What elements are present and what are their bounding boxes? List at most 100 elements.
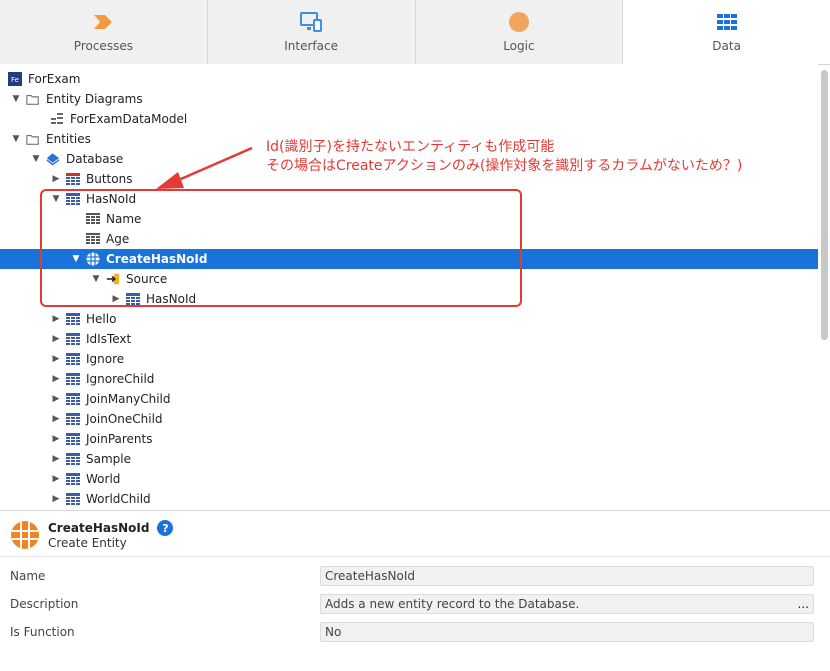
tree-item-attr-age[interactable]: Age bbox=[0, 229, 818, 249]
chevron-right-icon[interactable]: ▶ bbox=[50, 329, 62, 349]
chevron-down-icon[interactable]: ▼ bbox=[90, 269, 102, 289]
tab-label: Processes bbox=[73, 39, 133, 53]
divider bbox=[0, 556, 830, 557]
chevron-right-icon[interactable]: ▶ bbox=[50, 409, 62, 429]
tree-item-entity[interactable]: ▶ Hello bbox=[0, 309, 818, 329]
tree-label: ForExamDataModel bbox=[70, 112, 188, 126]
tree-item-forexam[interactable]: Fe ForExam bbox=[0, 69, 818, 89]
entity-table-icon bbox=[66, 452, 80, 466]
property-row-description: Description Adds a new entity record to … bbox=[0, 590, 830, 618]
chevron-down-icon[interactable]: ▼ bbox=[10, 89, 22, 109]
tree-item-entity[interactable]: ▶ IdIsText bbox=[0, 329, 818, 349]
database-icon bbox=[46, 152, 60, 166]
chevron-right-icon[interactable]: ▶ bbox=[50, 369, 62, 389]
tree-label: Ignore bbox=[86, 352, 125, 366]
tree-label: IdIsText bbox=[86, 332, 132, 346]
data-tree: Fe ForExam ▼ Entity Diagrams ForExamData… bbox=[0, 64, 818, 510]
tree-item-source-hasnoid[interactable]: ▶ HasNoId bbox=[0, 289, 818, 309]
tab-label: Logic bbox=[503, 39, 535, 53]
entity-table-icon bbox=[66, 352, 80, 366]
source-arrow-icon bbox=[106, 272, 120, 286]
chevron-down-icon[interactable]: ▼ bbox=[50, 189, 62, 209]
tree-item-entity[interactable]: ▶ JoinParents bbox=[0, 429, 818, 449]
tree-scrollbar[interactable] bbox=[821, 70, 828, 340]
description-field[interactable]: Adds a new entity record to the Database… bbox=[320, 594, 814, 614]
tree-label: WorldChild bbox=[86, 492, 151, 506]
tree-item-source[interactable]: ▼ Source bbox=[0, 269, 818, 289]
annotation-arrow bbox=[156, 146, 253, 189]
tree-item-create-hasnoid[interactable]: ▼ CreateHasNoId bbox=[0, 249, 818, 269]
tab-data[interactable]: Data bbox=[623, 0, 830, 64]
annotation-line-1: Id(識別子)を持たないエンティティも作成可能 bbox=[266, 139, 555, 155]
folder-open-icon bbox=[26, 132, 40, 146]
tree-label: Sample bbox=[86, 452, 131, 466]
chevron-right-icon[interactable]: ▶ bbox=[110, 289, 122, 309]
property-value: No bbox=[325, 625, 342, 639]
chevron-right-icon[interactable]: ▶ bbox=[50, 169, 62, 189]
tree-label: Age bbox=[106, 232, 130, 246]
tab-interface[interactable]: Interface bbox=[208, 0, 416, 64]
svg-text:Fe: Fe bbox=[11, 76, 19, 84]
chevron-right-icon[interactable]: ▶ bbox=[50, 489, 62, 509]
processes-icon bbox=[91, 11, 115, 33]
property-label: Description bbox=[10, 597, 79, 611]
top-tab-bar: Processes Interface Logic Data bbox=[0, 0, 830, 65]
properties-subtitle: Create Entity bbox=[48, 536, 127, 550]
chevron-right-icon[interactable]: ▶ bbox=[50, 449, 62, 469]
chevron-right-icon[interactable]: ▶ bbox=[50, 469, 62, 489]
tree-item-entity[interactable]: ▶ IgnoreChild bbox=[0, 369, 818, 389]
tab-logic[interactable]: Logic bbox=[416, 0, 624, 64]
tree-label: Buttons bbox=[86, 172, 133, 186]
tree-label: Name bbox=[106, 212, 142, 226]
tree-label: HasNoId bbox=[86, 192, 137, 206]
entity-table-icon bbox=[66, 332, 80, 346]
tree-item-entity-diagrams[interactable]: ▼ Entity Diagrams bbox=[0, 89, 818, 109]
entity-table-icon bbox=[66, 372, 80, 386]
tree-item-entity[interactable]: ▶ World bbox=[0, 469, 818, 489]
entity-table-icon bbox=[66, 472, 80, 486]
tree-item-attr-name[interactable]: Name bbox=[0, 209, 818, 229]
tab-processes[interactable]: Processes bbox=[0, 0, 208, 64]
tree-item-hasnoid[interactable]: ▼ HasNoId bbox=[0, 189, 818, 209]
tree-item-entity[interactable]: ▶ Ignore bbox=[0, 349, 818, 369]
tree-item-entity[interactable]: ▶ JoinManyChild bbox=[0, 389, 818, 409]
entity-table-icon bbox=[66, 312, 80, 326]
logic-icon bbox=[507, 11, 531, 33]
tree-label: ForExam bbox=[28, 72, 81, 86]
entity-table-icon bbox=[66, 192, 80, 206]
name-field[interactable]: CreateHasNoId bbox=[320, 566, 814, 586]
property-row-is-function: Is Function No bbox=[0, 618, 830, 646]
properties-header: CreateHasNoId ? Create Entity bbox=[10, 517, 174, 553]
data-icon bbox=[715, 11, 739, 33]
chevron-right-icon[interactable]: ▶ bbox=[50, 309, 62, 329]
tree-item-entity[interactable]: ▶ Sample bbox=[0, 449, 818, 469]
folder-open-icon bbox=[26, 92, 40, 106]
tree-label: JoinParents bbox=[86, 432, 153, 446]
entity-table-icon bbox=[66, 392, 80, 406]
property-value: Adds a new entity record to the Database… bbox=[325, 597, 580, 611]
chevron-right-icon[interactable]: ▶ bbox=[50, 349, 62, 369]
tree-item-data-model[interactable]: ForExamDataModel bbox=[0, 109, 818, 129]
app-logo-icon: Fe bbox=[8, 72, 22, 86]
tree-item-entity[interactable]: ▶ WorldChild bbox=[0, 489, 818, 509]
chevron-right-icon[interactable]: ▶ bbox=[50, 429, 62, 449]
chevron-down-icon[interactable]: ▼ bbox=[10, 129, 22, 149]
annotation-text: Id(識別子)を持たないエンティティも作成可能 その場合はCreateアクション… bbox=[266, 138, 742, 176]
chevron-down-icon[interactable]: ▼ bbox=[70, 249, 82, 269]
diagram-icon bbox=[50, 112, 64, 126]
help-icon[interactable]: ? bbox=[157, 520, 174, 536]
tree-label: Hello bbox=[86, 312, 117, 326]
attribute-icon bbox=[86, 232, 100, 246]
chevron-right-icon[interactable]: ▶ bbox=[50, 389, 62, 409]
entity-table-icon bbox=[66, 492, 80, 506]
entity-action-icon bbox=[86, 252, 100, 266]
tree-item-entity[interactable]: ▶ JoinOneChild bbox=[0, 409, 818, 429]
properties-title: CreateHasNoId bbox=[48, 521, 150, 535]
more-button[interactable]: ... bbox=[798, 597, 809, 611]
tree-label: Source bbox=[126, 272, 168, 286]
annotation-line-2: その場合はCreateアクションのみ(操作対象を識別するカラムがないため？) bbox=[266, 158, 743, 174]
property-row-name: Name CreateHasNoId bbox=[0, 562, 830, 590]
is-function-field[interactable]: No bbox=[320, 622, 814, 642]
tree-label: JoinManyChild bbox=[86, 392, 171, 406]
chevron-down-icon[interactable]: ▼ bbox=[30, 149, 42, 169]
